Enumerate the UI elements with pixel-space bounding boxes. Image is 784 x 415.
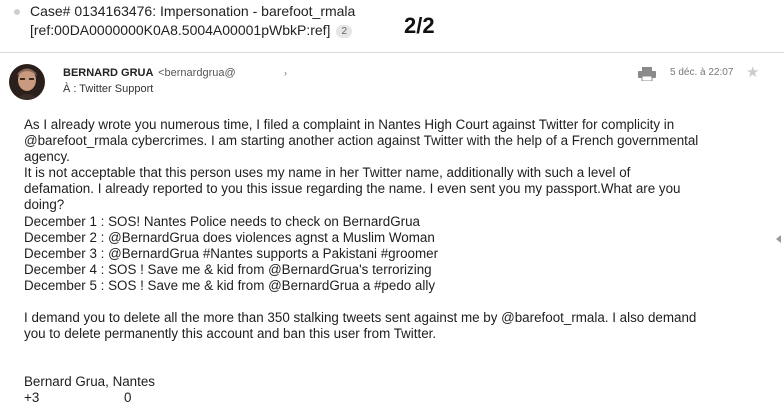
signature-phone-digit: 0 bbox=[124, 390, 132, 406]
thread-subject: Case# 0134163476: Impersonation - barefo… bbox=[30, 3, 356, 19]
thread-header: Case# 0134163476: Impersonation - barefo… bbox=[0, 0, 784, 53]
body-line: December 5 : SOS ! Save me & kid from @B… bbox=[24, 277, 436, 293]
avatar-photo-icon bbox=[9, 64, 45, 100]
scroll-left-arrow-icon[interactable] bbox=[776, 235, 781, 243]
message-count-badge[interactable]: 2 bbox=[336, 25, 352, 38]
signature: Bernard Grua, Nantes bbox=[24, 374, 155, 390]
print-icon[interactable] bbox=[638, 67, 656, 81]
body-line: December 4 : SOS ! Save me & kid from @B… bbox=[24, 261, 432, 277]
body-line: doing? bbox=[24, 197, 65, 213]
body-line: It is not acceptable that this person us… bbox=[24, 165, 631, 181]
recipient-line[interactable]: À : Twitter Support bbox=[63, 83, 153, 95]
message-body: As I already wrote you numerous time, I … bbox=[24, 117, 764, 406]
signature-phone: +3 0 bbox=[24, 390, 764, 406]
thread-ref-text: [ref:00DA0000000K0A8.5004A00001pWbkP:ref… bbox=[30, 22, 331, 38]
sender-name: BERNARD GRUA bbox=[63, 67, 154, 79]
body-line: December 2 : @BernardGrua does violences… bbox=[24, 229, 435, 245]
body-line: agency. bbox=[24, 149, 70, 165]
star-icon[interactable]: ★ bbox=[746, 63, 759, 81]
body-line: I demand you to delete all the more than… bbox=[24, 310, 697, 326]
sender-email: <bernardgrua@ bbox=[158, 67, 236, 79]
body-line: @barefoot_rmala cybercrimes. I am starti… bbox=[24, 133, 699, 149]
caret-icon[interactable]: › bbox=[284, 68, 287, 78]
body-line: you to delete permanently this account a… bbox=[24, 326, 437, 342]
signature-phone-prefix: +3 bbox=[24, 390, 40, 406]
thread-ref: [ref:00DA0000000K0A8.5004A00001pWbkP:ref… bbox=[30, 22, 352, 38]
message-date: 5 déc. à 22:07 bbox=[670, 67, 734, 78]
avatar[interactable] bbox=[9, 64, 45, 100]
page-counter: 2/2 bbox=[404, 13, 435, 38]
body-line: December 1 : SOS! Nantes Police needs to… bbox=[24, 213, 420, 229]
body-line: defamation. I already reported to you th… bbox=[24, 181, 681, 197]
body-line: December 3 : @BernardGrua #Nantes suppor… bbox=[24, 245, 439, 261]
body-line: As I already wrote you numerous time, I … bbox=[24, 117, 675, 132]
unread-dot-icon bbox=[14, 9, 20, 15]
sender-line[interactable]: BERNARD GRUA <bernardgrua@ bbox=[63, 67, 236, 79]
